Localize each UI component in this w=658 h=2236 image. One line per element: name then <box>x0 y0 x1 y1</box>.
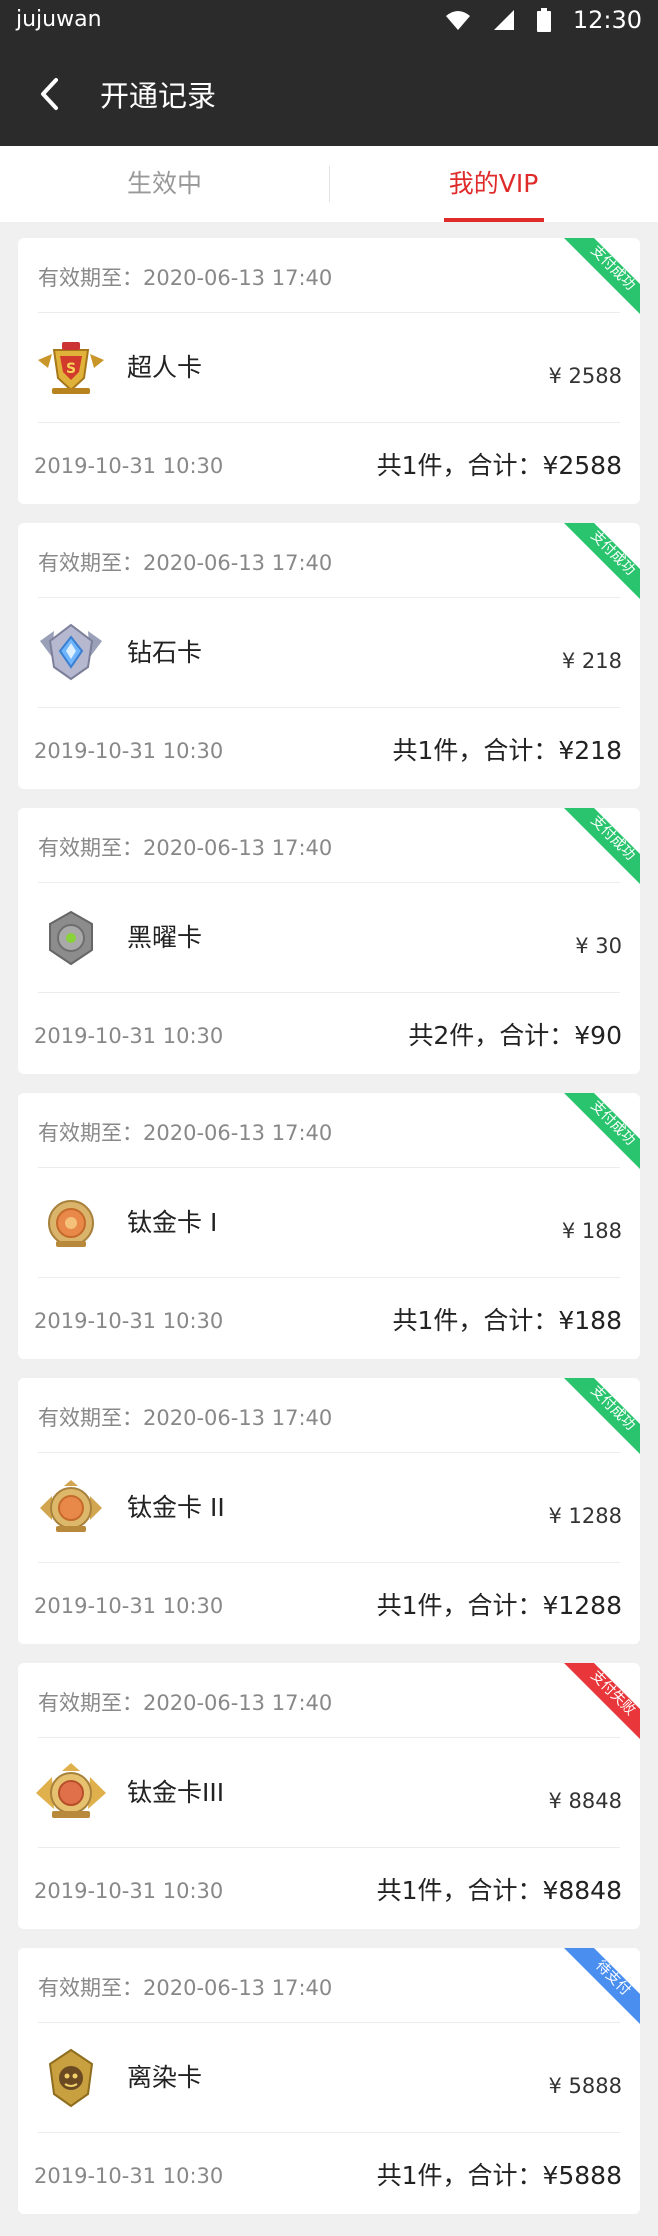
unit-price: ¥ 188 <box>561 1219 622 1243</box>
status-ribbon: 支付成功 <box>564 238 640 314</box>
status-ribbon: 支付成功 <box>564 1378 640 1454</box>
card-name: 钻石卡 <box>127 638 203 667</box>
tab-my-vip[interactable]: 我的VIP <box>329 146 658 222</box>
divider <box>38 1847 620 1848</box>
status-ribbon: 支付成功 <box>564 1093 640 1169</box>
app-bar: 开通记录 <box>0 40 658 146</box>
tab-active-now[interactable]: 生效中 <box>0 146 329 222</box>
order-total: 共1件，合计：¥8848 <box>376 1876 622 1905</box>
page-title: 开通记录 <box>100 79 217 113</box>
divider <box>38 1167 620 1168</box>
tab-label: 生效中 <box>126 169 202 198</box>
unit-price: ¥ 30 <box>575 934 622 958</box>
status-time: 12:30 <box>572 6 642 34</box>
battery-icon <box>536 8 551 32</box>
status-ribbon: 支付失败 <box>564 1663 640 1739</box>
card-name: 超人卡 <box>127 353 203 382</box>
order-card[interactable]: 有效期至：2020-06-13 17:40 支付成功 S 超人卡 ¥ 2588 … <box>18 238 640 504</box>
expiry-text: 有效期至：2020-06-13 17:40 <box>38 1691 333 1715</box>
order-date: 2019-10-31 10:30 <box>34 454 224 478</box>
expiry-text: 有效期至：2020-06-13 17:40 <box>38 1406 333 1430</box>
order-total: 共1件，合计：¥1288 <box>376 1591 622 1620</box>
card-name: 黑曜卡 <box>127 923 203 952</box>
tab-underline <box>444 218 544 222</box>
divider <box>38 992 620 993</box>
titanium-badge-2-icon <box>34 1478 108 1538</box>
order-card[interactable]: 有效期至：2020-06-13 17:40 支付成功 钻石卡 ¥ 218 201… <box>18 523 640 789</box>
card-name: 离染卡 <box>127 2063 203 2092</box>
order-date: 2019-10-31 10:30 <box>34 739 224 763</box>
signal-icon <box>493 10 514 30</box>
expiry-text: 有效期至：2020-06-13 17:40 <box>38 836 333 860</box>
wifi-icon <box>445 11 470 30</box>
expiry-text: 有效期至：2020-06-13 17:40 <box>38 1121 333 1145</box>
unit-price: ¥ 5888 <box>548 2074 622 2098</box>
order-date: 2019-10-31 10:30 <box>34 2164 224 2188</box>
order-card[interactable]: 有效期至：2020-06-13 17:40 支付成功 黑曜卡 ¥ 30 2019… <box>18 808 640 1074</box>
order-date: 2019-10-31 10:30 <box>34 1024 224 1048</box>
svg-text:S: S <box>66 361 76 377</box>
order-total: 共1件，合计：¥218 <box>392 736 622 765</box>
diamond-badge-icon <box>34 623 108 683</box>
expiry-text: 有效期至：2020-06-13 17:40 <box>38 1976 333 2000</box>
unit-price: ¥ 2588 <box>548 364 622 388</box>
back-arrow-icon[interactable] <box>34 76 70 112</box>
order-card[interactable]: 有效期至：2020-06-13 17:40 支付成功 钛金卡 II ¥ 1288… <box>18 1378 640 1644</box>
lirang-badge-icon <box>34 2048 108 2108</box>
expiry-text: 有效期至：2020-06-13 17:40 <box>38 266 333 290</box>
status-ribbon: 支付成功 <box>564 808 640 884</box>
divider <box>38 882 620 883</box>
order-date: 2019-10-31 10:30 <box>34 1594 224 1618</box>
order-card[interactable]: 有效期至：2020-06-13 17:40 支付失败 钛金卡III ¥ 8848… <box>18 1663 640 1929</box>
unit-price: ¥ 218 <box>561 649 622 673</box>
superman-badge-icon: S <box>34 338 108 398</box>
divider <box>38 2132 620 2133</box>
divider <box>38 422 620 423</box>
tab-label: 我的VIP <box>448 169 539 198</box>
status-bar: jujuwan 12:30 <box>0 0 658 40</box>
card-name: 钛金卡 II <box>127 1493 225 1522</box>
order-card[interactable]: 有效期至：2020-06-13 17:40 支付成功 钛金卡 I ¥ 188 2… <box>18 1093 640 1359</box>
card-name: 钛金卡 I <box>127 1208 218 1237</box>
divider <box>38 1562 620 1563</box>
carrier-label: jujuwan <box>16 7 102 32</box>
unit-price: ¥ 1288 <box>548 1504 622 1528</box>
tab-bar: 生效中 我的VIP <box>0 146 658 222</box>
obsidian-badge-icon <box>34 908 108 968</box>
divider <box>38 1737 620 1738</box>
order-total: 共2件，合计：¥90 <box>408 1021 622 1050</box>
card-name: 钛金卡III <box>127 1778 225 1807</box>
divider <box>38 1277 620 1278</box>
order-card[interactable]: 有效期至：2020-06-13 17:40 待支付 离染卡 ¥ 5888 201… <box>18 1948 640 2214</box>
divider <box>38 1452 620 1453</box>
status-ribbon: 待支付 <box>564 1948 640 2024</box>
order-total: 共1件，合计：¥2588 <box>376 451 622 480</box>
unit-price: ¥ 8848 <box>548 1789 622 1813</box>
divider <box>38 312 620 313</box>
order-total: 共1件，合计：¥5888 <box>376 2161 622 2190</box>
expiry-text: 有效期至：2020-06-13 17:40 <box>38 551 333 575</box>
titanium-badge-1-icon <box>34 1193 108 1253</box>
divider <box>38 2022 620 2023</box>
status-ribbon: 支付成功 <box>564 523 640 599</box>
titanium-badge-3-icon <box>34 1763 108 1823</box>
order-date: 2019-10-31 10:30 <box>34 1309 224 1333</box>
divider <box>38 707 620 708</box>
status-icons: 12:30 <box>445 6 642 34</box>
order-total: 共1件，合计：¥188 <box>392 1306 622 1335</box>
divider <box>38 597 620 598</box>
order-date: 2019-10-31 10:30 <box>34 1879 224 1903</box>
